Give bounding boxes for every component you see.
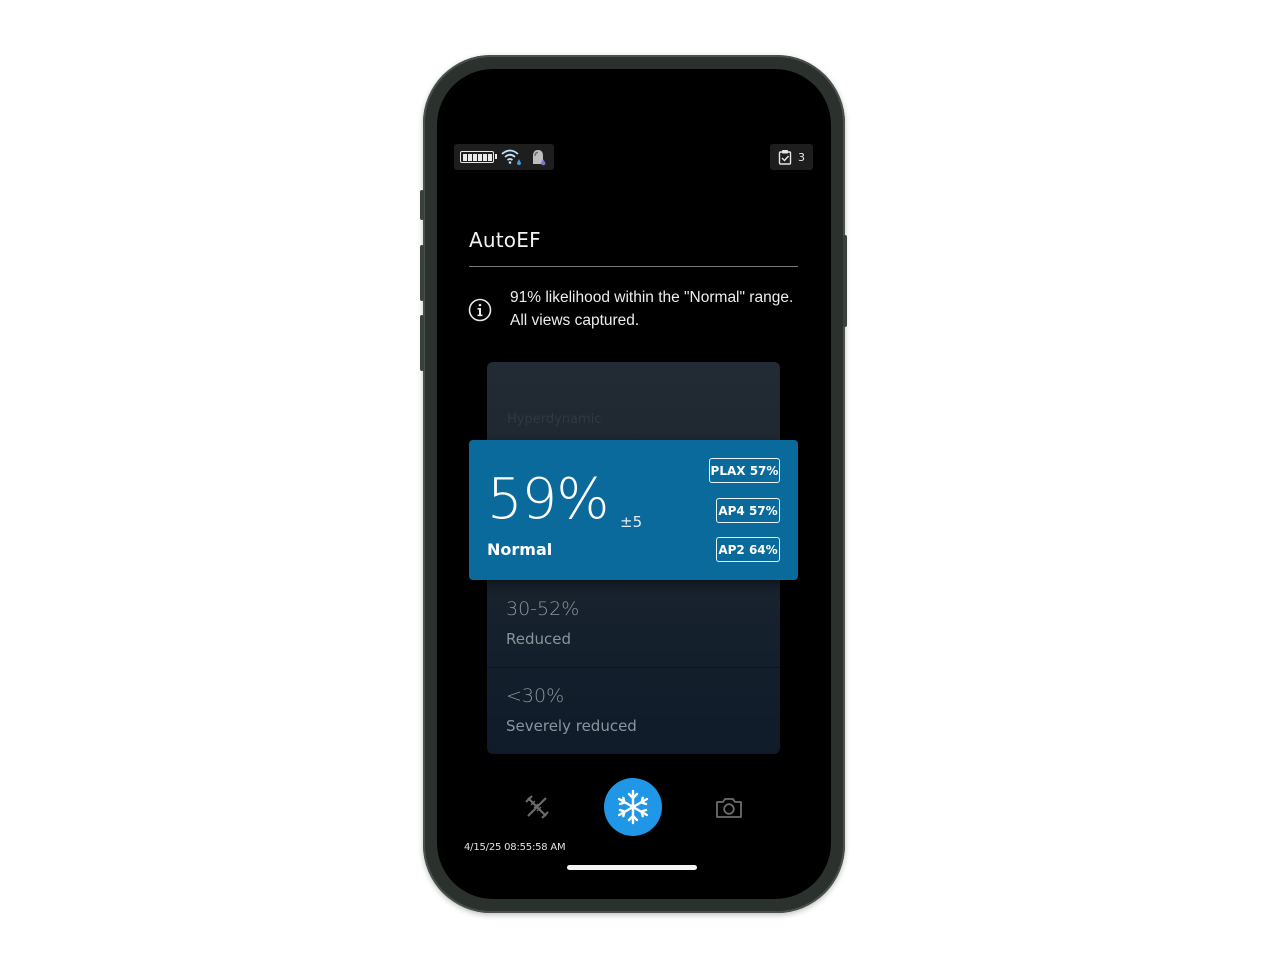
home-indicator[interactable] — [567, 865, 697, 870]
page-title: AutoEF — [469, 228, 541, 252]
clipboard-icon — [778, 150, 792, 165]
clip-counter[interactable]: 3 — [770, 144, 813, 170]
capture-button[interactable] — [712, 792, 746, 824]
measure-button[interactable] — [520, 790, 554, 824]
ef-value: 59% — [487, 467, 609, 532]
timestamp: 4/15/25 08:55:58 AM — [464, 842, 566, 853]
ef-tolerance: ±5 — [620, 513, 643, 531]
caliper-icon — [525, 795, 549, 819]
phone-mute-switch — [420, 190, 424, 220]
range-reduced-label: Reduced — [506, 630, 572, 648]
range-divider — [487, 667, 780, 668]
view-badge-ap2[interactable]: AP2 64% — [716, 537, 780, 562]
ef-category: Normal — [487, 540, 553, 559]
info-icon[interactable] — [468, 298, 492, 322]
freeze-button[interactable] — [604, 778, 662, 836]
camera-icon — [716, 798, 742, 818]
stage: 3 AutoEF 91% likelihood within the "Norm… — [0, 0, 1280, 965]
device-status-panel[interactable] — [454, 144, 554, 170]
phone-volume-up — [420, 245, 424, 301]
phone-side-button — [843, 235, 847, 327]
range-hyperdynamic-label: Hyperdynamic — [507, 412, 602, 427]
range-reduced[interactable]: 30-52% Reduced — [506, 598, 579, 648]
range-severely-reduced[interactable]: <30% Severely reduced — [506, 685, 637, 735]
range-reduced-value: 30-52% — [506, 598, 580, 620]
range-severe-value: <30% — [506, 685, 565, 707]
wifi-icon — [501, 149, 521, 165]
view-badge-plax[interactable]: PLAX 57% — [709, 458, 780, 483]
clip-count: 3 — [798, 150, 805, 164]
range-severe-label: Severely reduced — [506, 717, 637, 735]
battery-icon — [460, 151, 497, 163]
view-badge-ap4[interactable]: AP4 57% — [716, 498, 780, 523]
snowflake-icon — [617, 789, 649, 825]
info-message: 91% likelihood within the "Normal" range… — [510, 289, 794, 329]
phone-volume-down — [420, 315, 424, 371]
ef-result-card[interactable]: 59% ±5 Normal PLAX 57% AP4 57% AP2 64% — [469, 440, 798, 580]
probe-icon — [533, 150, 546, 166]
title-divider — [469, 266, 798, 267]
